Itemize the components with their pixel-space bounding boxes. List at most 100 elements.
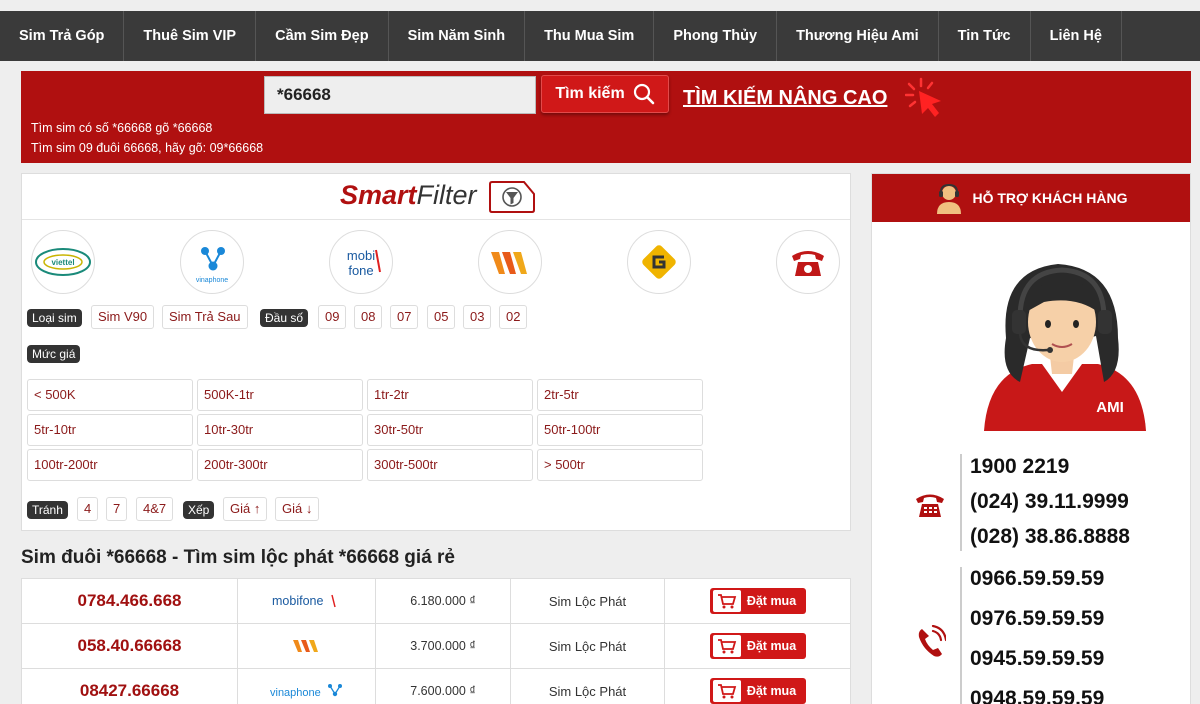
avoid-label: Tránh: [27, 501, 68, 519]
cart-icon: [712, 635, 741, 657]
network-landline-logo[interactable]: [776, 230, 840, 294]
nav-item-thu-mua-sim[interactable]: Thu Mua Sim: [525, 11, 655, 61]
network-vinaphone-logo[interactable]: vinaphone: [180, 230, 244, 294]
price-under-500k[interactable]: < 500K: [27, 379, 193, 411]
price-5tr-10tr[interactable]: 5tr-10tr: [27, 414, 193, 446]
network-cell: vinaphone: [238, 669, 376, 704]
prefix-08[interactable]: 08: [354, 305, 383, 329]
support-header: HỖ TRỢ KHÁCH HÀNG: [872, 174, 1190, 222]
price-30tr-50tr[interactable]: 30tr-50tr: [367, 414, 533, 446]
svg-text:vinaphone: vinaphone: [196, 277, 228, 284]
nav-item-tin-tuc[interactable]: Tin Tức: [939, 11, 1031, 61]
table-row: 08427.66668 vinaphone 7.600.000 ₫ Sim Lộ…: [22, 669, 850, 704]
smart-filter-title-filter: Filter: [416, 180, 477, 210]
price-over-500tr[interactable]: > 500tr: [537, 449, 703, 481]
prefix-label: Đầu số: [260, 309, 309, 327]
price-200tr-300tr[interactable]: 200tr-300tr: [197, 449, 363, 481]
sort-price-desc[interactable]: Giá ↓: [275, 497, 320, 521]
sim-type: Sim Lộc Phát: [511, 579, 665, 623]
nav-item-cam-sim-dep[interactable]: Cầm Sim Đẹp: [256, 11, 389, 61]
prefix-09[interactable]: 09: [318, 305, 347, 329]
vietnamobile-icon: [292, 640, 318, 652]
prefix-02[interactable]: 02: [499, 305, 528, 329]
prefix-03[interactable]: 03: [463, 305, 492, 329]
order-button[interactable]: Đặt mua: [709, 633, 807, 659]
search-hint-1: Tìm sim có số *66668 gõ *66668: [31, 121, 213, 135]
divider: [960, 454, 962, 551]
network-vietnamobile-logo[interactable]: [478, 230, 542, 294]
mobile-2[interactable]: 0976.59.59.59: [970, 607, 1104, 631]
landline-2[interactable]: (024) 39.11.9999: [970, 490, 1129, 514]
sim-number[interactable]: 08427.66668: [22, 669, 238, 704]
nav-item-sim-nam-sinh[interactable]: Sim Năm Sinh: [389, 11, 526, 61]
mobile-4[interactable]: 0948.59.59.59: [970, 687, 1104, 704]
network-cell: [238, 624, 376, 668]
support-agent-avatar: AMI: [984, 264, 1146, 431]
sim-type-label: Loại sim: [27, 309, 82, 327]
nav-item-phong-thuy[interactable]: Phong Thủy: [654, 11, 778, 61]
buy-cell: Đặt mua: [665, 579, 851, 623]
sim-price: 3.700.000 ₫: [376, 624, 511, 668]
filter-funnel-icon: [489, 181, 535, 213]
network-mobifone-logo[interactable]: mobi fone: [329, 230, 393, 294]
price-label: Mức giá: [27, 345, 81, 363]
prefix-07[interactable]: 07: [390, 305, 419, 329]
nav-item-sim-tra-gop[interactable]: Sim Trả Góp: [0, 11, 125, 61]
order-button-label: Đặt mua: [746, 639, 797, 653]
network-viettel-logo[interactable]: viettel: [31, 230, 95, 294]
smart-filter-panel: SmartFilter viettel vinaphone mobi fone L…: [21, 173, 851, 531]
order-button[interactable]: Đặt mua: [709, 588, 807, 614]
landline-3[interactable]: (028) 38.86.8888: [970, 525, 1130, 549]
search-input[interactable]: [264, 76, 536, 114]
landline-1[interactable]: 1900 2219: [970, 455, 1069, 479]
nav-item-thue-sim-vip[interactable]: Thuê Sim VIP: [124, 11, 257, 61]
sim-type: Sim Lộc Phát: [511, 624, 665, 668]
customer-support-panel: HỖ TRỢ KHÁCH HÀNG AMI 1900 2219 (024) 39…: [871, 173, 1191, 704]
support-title: HỖ TRỢ KHÁCH HÀNG: [972, 190, 1128, 206]
avoid-7[interactable]: 7: [106, 497, 128, 521]
mobifone-icon: mobifone: [272, 594, 336, 608]
main-nav: Sim Trả Góp Thuê Sim VIP Cầm Sim Đẹp Sim…: [0, 11, 1200, 61]
price-50tr-100tr[interactable]: 50tr-100tr: [537, 414, 703, 446]
sim-type: Sim Lộc Phát: [511, 669, 665, 704]
prefix-05[interactable]: 05: [427, 305, 456, 329]
nav-item-lien-he[interactable]: Liên Hệ: [1031, 11, 1122, 61]
divider: [960, 567, 962, 704]
network-gmobile-logo[interactable]: [627, 230, 691, 294]
filter-sim-v90[interactable]: Sim V90: [91, 305, 155, 329]
buy-cell: Đặt mua: [665, 624, 851, 668]
svg-text:viettel: viettel: [51, 258, 74, 267]
nav-item-thuong-hieu-ami[interactable]: Thương Hiệu Ami: [777, 11, 939, 61]
smart-filter-header: SmartFilter: [22, 174, 850, 220]
sort-label: Xếp: [183, 501, 215, 519]
sim-number[interactable]: 0784.466.668: [22, 579, 238, 623]
order-button-label: Đặt mua: [746, 684, 797, 698]
support-agent-icon: [937, 183, 962, 214]
smart-filter-title: SmartFilter: [340, 180, 477, 211]
price-100tr-200tr[interactable]: 100tr-200tr: [27, 449, 193, 481]
telephone-icon: [916, 494, 944, 517]
cart-icon: [712, 590, 741, 612]
svg-text:mobifone: mobifone: [272, 594, 323, 608]
advanced-search-link[interactable]: TÌM KIẾM NÂNG CAO: [683, 87, 887, 110]
mobile-3[interactable]: 0945.59.59.59: [970, 647, 1104, 671]
sort-price-asc[interactable]: Giá ↑: [223, 497, 268, 521]
order-button[interactable]: Đặt mua: [709, 678, 807, 704]
sim-number[interactable]: 058.40.66668: [22, 624, 238, 668]
avoid-4-and-7[interactable]: 4&7: [136, 497, 174, 521]
buy-cell: Đặt mua: [665, 669, 851, 704]
price-1tr-2tr[interactable]: 1tr-2tr: [367, 379, 533, 411]
network-cell: mobifone: [238, 579, 376, 623]
table-row: 058.40.66668 3.700.000 ₫ Sim Lộc Phát Đặ…: [22, 624, 850, 669]
cursor-click-icon: [905, 77, 941, 117]
svg-text:mobi: mobi: [347, 248, 375, 263]
price-300tr-500tr[interactable]: 300tr-500tr: [367, 449, 533, 481]
price-500k-1tr[interactable]: 500K-1tr: [197, 379, 363, 411]
mobile-1[interactable]: 0966.59.59.59: [970, 567, 1104, 591]
avoid-4[interactable]: 4: [77, 497, 99, 521]
price-10tr-30tr[interactable]: 10tr-30tr: [197, 414, 363, 446]
search-button[interactable]: Tìm kiếm: [541, 75, 669, 113]
filter-sim-tra-sau[interactable]: Sim Trả Sau: [162, 305, 248, 329]
search-hint-2: Tìm sim 09 đuôi 66668, hãy gõ: 09*66668: [31, 141, 264, 155]
price-2tr-5tr[interactable]: 2tr-5tr: [537, 379, 703, 411]
